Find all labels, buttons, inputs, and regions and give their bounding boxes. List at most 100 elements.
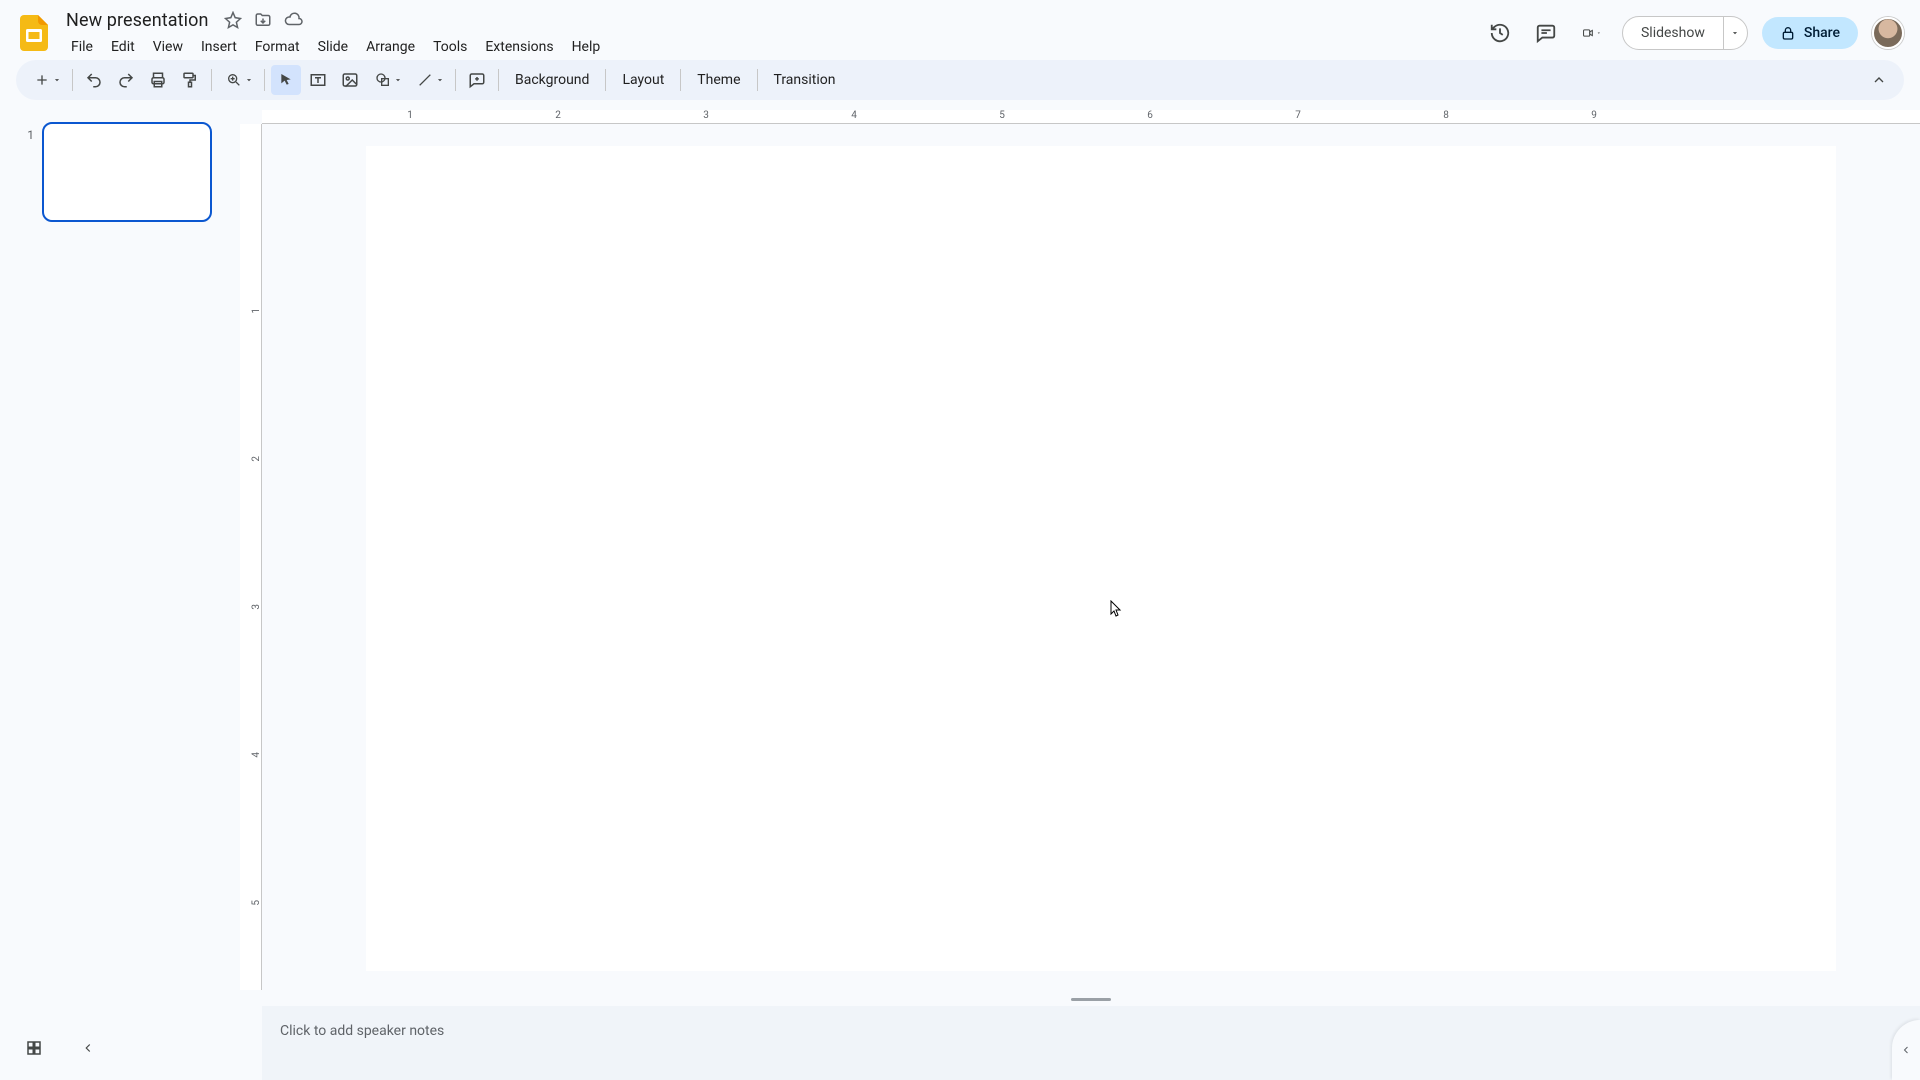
slide-number: 1: [22, 122, 34, 142]
textbox-button[interactable]: [303, 65, 333, 95]
bottom-left-controls: [22, 1036, 100, 1060]
vertical-ruler[interactable]: 1 2 3 4 5: [240, 124, 262, 990]
ruler-label: 5: [252, 900, 263, 906]
line-button[interactable]: [409, 65, 449, 95]
share-label: Share: [1804, 25, 1840, 41]
speaker-notes-placeholder: Click to add speaker notes: [280, 1023, 444, 1039]
background-label: Background: [515, 72, 589, 88]
image-icon: [341, 71, 359, 89]
plus-icon: [34, 72, 50, 88]
grid-icon: [25, 1039, 43, 1057]
cursor-icon: [278, 72, 294, 88]
cursor-icon: [1110, 600, 1122, 616]
divider: [680, 69, 681, 91]
grid-view-button[interactable]: [22, 1036, 46, 1060]
workspace: 1 1 2 3 4 5 6 7 8 9 1 2 3 4 5: [0, 110, 1920, 1080]
transition-label: Transition: [774, 72, 836, 88]
redo-button[interactable]: [111, 65, 141, 95]
undo-icon: [85, 71, 103, 89]
undo-button[interactable]: [79, 65, 109, 95]
chevron-down-icon: [1596, 28, 1602, 38]
drag-handle-icon: [1071, 998, 1111, 1001]
comments-icon[interactable]: [1530, 17, 1562, 49]
chevron-down-icon: [1730, 28, 1740, 38]
chevron-left-icon: [81, 1041, 95, 1055]
zoom-icon: [226, 72, 242, 88]
slideshow-button: Slideshow: [1622, 16, 1748, 50]
slideshow-main[interactable]: Slideshow: [1623, 17, 1723, 49]
cloud-status-icon[interactable]: [283, 10, 303, 30]
menu-edit[interactable]: Edit: [104, 35, 142, 59]
add-comment-icon: [468, 71, 486, 89]
divider: [455, 69, 456, 91]
menu-help[interactable]: Help: [565, 35, 608, 59]
chevron-up-icon: [1871, 72, 1887, 88]
zoom-button[interactable]: [218, 65, 258, 95]
slide-thumbnail[interactable]: [42, 122, 212, 222]
ruler-label: 7: [1295, 110, 1301, 121]
menu-slide[interactable]: Slide: [311, 35, 355, 59]
menu-extensions[interactable]: Extensions: [478, 35, 560, 59]
ruler-label: 3: [703, 110, 709, 121]
transition-button[interactable]: Transition: [764, 65, 846, 95]
shape-button[interactable]: [367, 65, 407, 95]
theme-button[interactable]: Theme: [687, 65, 750, 95]
textbox-icon: [309, 71, 327, 89]
chevron-down-icon: [435, 75, 445, 85]
menu-insert[interactable]: Insert: [194, 35, 244, 59]
hide-menus-button[interactable]: [1864, 65, 1894, 95]
account-avatar[interactable]: [1872, 17, 1904, 49]
layout-button[interactable]: Layout: [612, 65, 674, 95]
layout-label: Layout: [622, 72, 664, 88]
print-icon: [149, 71, 167, 89]
select-tool-button[interactable]: [271, 65, 301, 95]
toolbar: Background Layout Theme Transition: [16, 60, 1904, 100]
ruler-label: 3: [252, 604, 263, 610]
divider: [605, 69, 606, 91]
print-button[interactable]: [143, 65, 173, 95]
star-icon[interactable]: [223, 10, 243, 30]
doc-title[interactable]: New presentation: [62, 8, 213, 33]
slideshow-label: Slideshow: [1641, 25, 1705, 41]
share-button[interactable]: Share: [1762, 17, 1858, 49]
slide-thumbnail-row: 1: [22, 122, 230, 222]
menu-tools[interactable]: Tools: [426, 35, 474, 59]
paint-format-button[interactable]: [175, 65, 205, 95]
comment-button[interactable]: [462, 65, 492, 95]
divider: [211, 69, 212, 91]
slides-logo-icon[interactable]: [16, 15, 52, 51]
paint-roller-icon: [181, 71, 199, 89]
horizontal-ruler[interactable]: 1 2 3 4 5 6 7 8 9: [262, 110, 1920, 124]
menu-view[interactable]: View: [146, 35, 190, 59]
chevron-down-icon: [244, 75, 254, 85]
divider: [757, 69, 758, 91]
history-icon[interactable]: [1484, 17, 1516, 49]
menu-file[interactable]: File: [64, 35, 100, 59]
meet-button[interactable]: [1576, 17, 1608, 49]
line-icon: [417, 72, 433, 88]
menu-arrange[interactable]: Arrange: [359, 35, 422, 59]
filmstrip: 1: [0, 110, 240, 1080]
notes-divider[interactable]: [262, 992, 1920, 1006]
shape-icon: [375, 72, 391, 88]
chevron-down-icon: [52, 75, 62, 85]
canvas-area: 1 2 3 4 5 6 7 8 9 1 2 3 4 5 Click to add…: [240, 110, 1920, 1080]
ruler-label: 4: [252, 752, 263, 758]
menu-format[interactable]: Format: [248, 35, 307, 59]
slideshow-dropdown[interactable]: [1723, 17, 1747, 49]
theme-label: Theme: [697, 72, 740, 88]
ruler-label: 4: [851, 110, 857, 121]
background-button[interactable]: Background: [505, 65, 599, 95]
redo-icon: [117, 71, 135, 89]
speaker-notes[interactable]: Click to add speaker notes: [262, 1006, 1920, 1080]
divider: [498, 69, 499, 91]
ruler-label: 2: [252, 456, 263, 462]
ruler-label: 9: [1591, 110, 1597, 121]
new-slide-button[interactable]: [26, 65, 66, 95]
image-button[interactable]: [335, 65, 365, 95]
move-folder-icon[interactable]: [253, 10, 273, 30]
ruler-label: 5: [999, 110, 1005, 121]
collapse-filmstrip-button[interactable]: [76, 1036, 100, 1060]
divider: [72, 69, 73, 91]
slide-canvas[interactable]: [366, 146, 1836, 971]
